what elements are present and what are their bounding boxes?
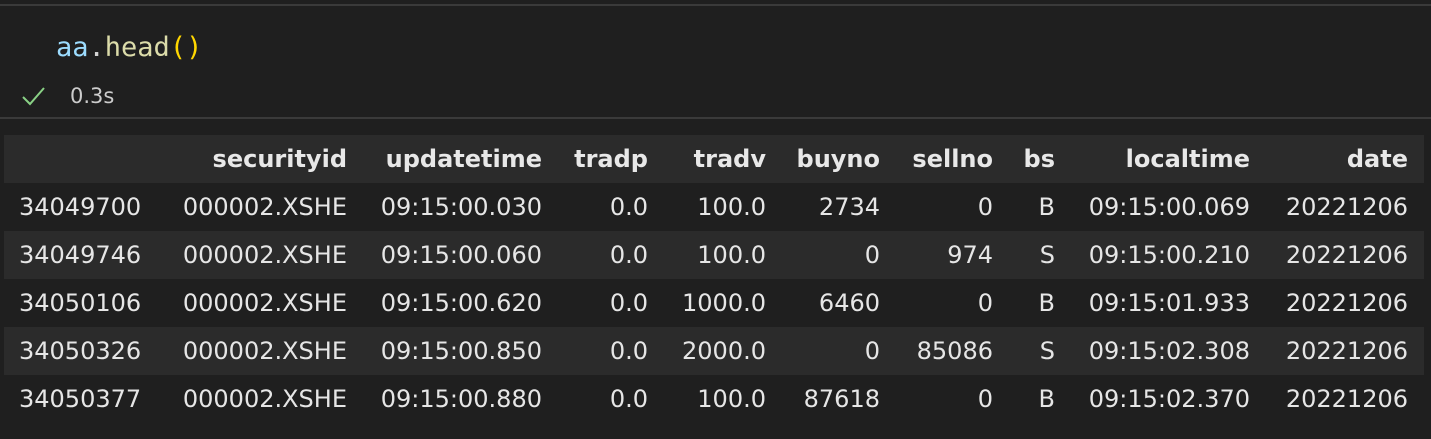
cell-securityid: 000002.XSHE	[182, 337, 347, 365]
cell-bs: B	[1038, 193, 1055, 221]
header-index	[4, 135, 162, 183]
code-close-paren: )	[186, 32, 203, 63]
row-index: 34050377	[19, 385, 142, 413]
table-row: 34049746 000002.XSHE 09:15:00.060 0.0 10…	[4, 231, 1424, 279]
header-updatetime: updatetime	[385, 145, 542, 173]
cell-bs: B	[1038, 385, 1055, 413]
cell-updatetime: 09:15:00.030	[380, 193, 542, 221]
code-variable: aa	[56, 32, 89, 63]
row-index: 34049746	[19, 241, 142, 269]
cell-updatetime: 09:15:00.850	[380, 337, 542, 365]
cell-buyno: 6460	[818, 289, 880, 317]
cell-tradv: 100.0	[697, 193, 766, 221]
cell-buyno: 2734	[818, 193, 880, 221]
header-localtime: localtime	[1125, 145, 1250, 173]
code-open-paren: (	[169, 32, 187, 63]
table-row: 34050106 000002.XSHE 09:15:00.620 0.0 10…	[4, 279, 1424, 327]
cell-tradv: 100.0	[697, 385, 766, 413]
row-index: 34049700	[19, 193, 142, 221]
cell-tradp: 0.0	[609, 289, 648, 317]
cell-tradp: 0.0	[609, 385, 648, 413]
cell-securityid: 000002.XSHE	[182, 241, 347, 269]
check-icon	[22, 87, 45, 106]
cell-date: 20221206	[1285, 385, 1408, 413]
code-dot: .	[88, 32, 105, 63]
cell-bs: S	[1039, 337, 1055, 365]
row-index: 34050106	[19, 289, 142, 317]
cell-localtime: 09:15:02.370	[1088, 385, 1250, 413]
cell-securityid: 000002.XSHE	[182, 385, 347, 413]
cell-buyno: 87618	[803, 385, 880, 413]
output-divider	[0, 117, 1431, 119]
table-row: 34050377 000002.XSHE 09:15:00.880 0.0 10…	[4, 375, 1424, 423]
cell-sellno: 85086	[916, 337, 993, 365]
cell-tradp: 0.0	[609, 193, 648, 221]
cell-sellno: 0	[977, 385, 993, 413]
code-method: head	[104, 32, 170, 63]
dataframe-table: securityid updatetime tradp tradv buyno …	[4, 135, 1424, 423]
cell-sellno: 974	[947, 241, 993, 269]
cell-securityid: 000002.XSHE	[182, 289, 347, 317]
output-area: securityid updatetime tradp tradv buyno …	[4, 135, 1424, 423]
code-editor[interactable]: aa.head()	[56, 28, 202, 68]
header-date: date	[1346, 145, 1408, 173]
table-header-row: securityid updatetime tradp tradv buyno …	[4, 135, 1424, 183]
cell-date: 20221206	[1285, 241, 1408, 269]
cell-buyno: 0	[864, 241, 880, 269]
cell-securityid: 000002.XSHE	[182, 193, 347, 221]
cell-date: 20221206	[1285, 193, 1408, 221]
cell-tradp: 0.0	[609, 241, 648, 269]
cell-updatetime: 09:15:00.880	[380, 385, 542, 413]
cell-localtime: 09:15:01.933	[1088, 289, 1250, 317]
cell-localtime: 09:15:00.210	[1088, 241, 1250, 269]
cell-updatetime: 09:15:00.620	[380, 289, 542, 317]
cell-updatetime: 09:15:00.060	[380, 241, 542, 269]
header-tradp: tradp	[574, 145, 648, 173]
cell-bs: B	[1038, 289, 1055, 317]
cell-localtime: 09:15:02.308	[1088, 337, 1250, 365]
cell-tradv: 100.0	[697, 241, 766, 269]
header-sellno: sellno	[912, 145, 993, 173]
row-index: 34050326	[19, 337, 142, 365]
cell-tradp: 0.0	[609, 337, 648, 365]
table-row: 34050326 000002.XSHE 09:15:00.850 0.0 20…	[4, 327, 1424, 375]
cell-date: 20221206	[1285, 289, 1408, 317]
cell-buyno: 0	[864, 337, 880, 365]
header-tradv: tradv	[693, 145, 766, 173]
cell-date: 20221206	[1285, 337, 1408, 365]
cell-top-border	[0, 0, 1431, 6]
cell-bs: S	[1039, 241, 1055, 269]
table-row: 34049700 000002.XSHE 09:15:00.030 0.0 10…	[4, 183, 1424, 231]
cell-sellno: 0	[977, 289, 993, 317]
header-securityid: securityid	[212, 145, 347, 173]
execution-time: 0.3s	[70, 84, 115, 108]
notebook-cell: aa.head() 0.3s securityid updatetime tra…	[0, 0, 1431, 439]
cell-tradv: 1000.0	[682, 289, 766, 317]
cell-localtime: 09:15:00.069	[1088, 193, 1250, 221]
execution-status: 0.3s	[20, 80, 114, 112]
cell-tradv: 2000.0	[682, 337, 766, 365]
header-buyno: buyno	[796, 145, 880, 173]
header-bs: bs	[1023, 145, 1055, 173]
cell-sellno: 0	[977, 193, 993, 221]
